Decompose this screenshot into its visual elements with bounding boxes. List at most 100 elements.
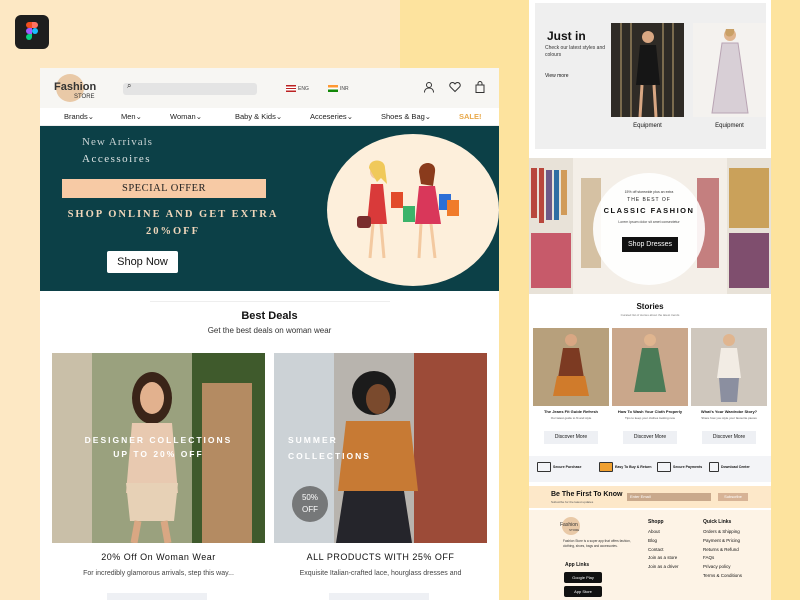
deal-description: Exquisite Italian-crafted lace, hourglas… bbox=[299, 570, 462, 577]
footer-link[interactable]: About bbox=[648, 529, 679, 534]
story-image[interactable] bbox=[612, 328, 688, 406]
nav-item-brands[interactable]: Brands⌄ bbox=[64, 112, 94, 121]
classic-small-text: 15% off storewide plus an extra bbox=[624, 190, 674, 194]
just-in-title: Just in bbox=[547, 29, 586, 43]
feature-item: Download Center bbox=[709, 462, 750, 472]
deal-overlay-line1: SUMMER bbox=[288, 435, 338, 445]
deal-card-designer[interactable]: DESIGNER COLLECTIONS UP TO 20% OFF bbox=[52, 353, 265, 543]
card-icon bbox=[657, 462, 671, 472]
footer-link[interactable]: Privacy policy bbox=[703, 564, 742, 569]
best-deals-title: Best Deals bbox=[241, 310, 298, 322]
heart-icon[interactable] bbox=[449, 81, 461, 93]
nav-item-woman[interactable]: Woman⌄ bbox=[170, 112, 202, 121]
hero-offer-text: SHOP ONLINE AND GET EXTRA 20%OFF bbox=[67, 209, 279, 237]
story-description: Our latest guide to fit and style bbox=[550, 416, 592, 420]
shop-now-button[interactable]: Shop Now bbox=[107, 251, 178, 273]
story-image[interactable] bbox=[533, 328, 609, 406]
app-links-title: App Links bbox=[565, 562, 590, 568]
feature-item: Secure Payments bbox=[657, 462, 702, 472]
stories-title: Stories bbox=[636, 302, 664, 311]
product-label: Equipment bbox=[715, 123, 744, 129]
product-label: Equipment bbox=[633, 123, 662, 129]
hero-accessories: Accessoires bbox=[82, 153, 152, 165]
footer-link[interactable]: Contact bbox=[648, 547, 679, 552]
deal-button[interactable] bbox=[107, 593, 207, 600]
currency-selector[interactable]: INR bbox=[328, 85, 349, 92]
svg-text:STORE: STORE bbox=[569, 528, 579, 532]
footer-quick-links: Quick Links Orders & Shipping Payment & … bbox=[703, 519, 743, 578]
language-selector[interactable]: ENG bbox=[286, 85, 309, 92]
footer-link[interactable]: Payment & Pricing bbox=[703, 538, 742, 543]
classic-description: Lorem ipsum dolor sit amet consectetur bbox=[618, 220, 680, 224]
footer-link[interactable]: Returns & Refund bbox=[703, 547, 742, 552]
search-input[interactable]: ⌕ bbox=[123, 81, 257, 95]
user-icon[interactable] bbox=[423, 81, 435, 93]
discover-more-button[interactable]: Discover More bbox=[702, 431, 756, 444]
deal-caption: ALL PRODUCTS WITH 25% OFF bbox=[306, 552, 455, 562]
nav-item-accessories[interactable]: Acceseries⌄ bbox=[310, 112, 353, 121]
story-title: The Jeans Fit Guide Refresh bbox=[543, 409, 598, 414]
product-image[interactable] bbox=[611, 23, 684, 118]
classic-title: CLASSIC FASHION bbox=[603, 206, 695, 215]
email-input[interactable]: Enter Email bbox=[627, 493, 711, 501]
best-deals-subtitle: Get the best deals on woman wear bbox=[207, 326, 332, 335]
logo[interactable]: Fashion STORE bbox=[52, 74, 96, 104]
newsletter-title: Be The First To Know bbox=[551, 491, 623, 498]
footer-link[interactable]: Orders & Shipping bbox=[703, 529, 742, 534]
search-icon: ⌕ bbox=[127, 81, 132, 90]
stories-subtitle: Curated list of stories about the latest… bbox=[620, 313, 680, 317]
just-in-section: Just in Check our latest styles and colo… bbox=[535, 3, 766, 149]
footer-description: Fashion Store is a super app that offers… bbox=[563, 539, 631, 548]
just-in-description: Check our latest styles and colours bbox=[545, 45, 606, 58]
subscribe-button[interactable]: Subscribe bbox=[718, 493, 748, 501]
footer-link[interactable]: Blog bbox=[648, 538, 679, 543]
story-description: Tips to keep your clothes looking new bbox=[625, 416, 675, 420]
nav-item-baby-kids[interactable]: Baby & Kids⌄ bbox=[235, 112, 282, 121]
deal-description: For incredibly glamorous arrivals, step … bbox=[83, 570, 234, 577]
header: Fashion STORE ⌕ ENG INR bbox=[40, 68, 499, 108]
newsletter: Be The First To Know Subscribe for the l… bbox=[529, 486, 771, 508]
discount-badge: 50% OFF bbox=[292, 486, 328, 522]
features-strip: Secure Purchase Easy To Buy & Return Sec… bbox=[529, 456, 771, 482]
bag-icon[interactable] bbox=[474, 81, 486, 93]
shop-dresses-button[interactable]: Shop Dresses bbox=[622, 237, 678, 252]
main-nav: Brands⌄ Men⌄ Woman⌄ Baby & Kids⌄ Acceser… bbox=[40, 108, 499, 126]
footer-shop-links: Shopp About Blog Contact Join as a store… bbox=[648, 519, 679, 570]
secondary-page: Just in Check our latest styles and colo… bbox=[529, 0, 771, 600]
hero-illustration bbox=[327, 134, 499, 286]
footer-link[interactable]: FAQs bbox=[703, 555, 742, 560]
discover-more-button[interactable]: Discover More bbox=[623, 431, 677, 444]
product-image[interactable] bbox=[693, 23, 766, 117]
story-description: Share how you style your favourite piece… bbox=[701, 416, 757, 420]
footer-link[interactable]: Terms & Conditions bbox=[703, 573, 742, 578]
story-title: How To Wash Your Cloth Properly bbox=[617, 409, 683, 414]
view-more-link[interactable]: View more bbox=[545, 73, 569, 79]
deal-caption: 20% Off On Woman Wear bbox=[101, 552, 216, 562]
deal-card-summer[interactable]: SUMMER COLLECTIONS 50% OFF bbox=[274, 353, 487, 543]
app-store-button[interactable]: App Store bbox=[564, 586, 602, 597]
nav-item-sale[interactable]: SALE! bbox=[459, 112, 482, 121]
deal-overlay-line2: COLLECTIONS bbox=[288, 451, 371, 461]
nav-item-men[interactable]: Men⌄ bbox=[121, 112, 142, 121]
google-play-button[interactable]: Google Play bbox=[564, 572, 602, 583]
story-title: What's Your Wardrobe Story? bbox=[700, 409, 758, 414]
footer-logo[interactable]: Fashion STORE bbox=[559, 516, 583, 536]
deal-overlay-line2: UP TO 20% OFF bbox=[113, 449, 204, 459]
special-offer-badge: SPECIAL OFFER bbox=[62, 179, 266, 198]
footer-link[interactable]: Join as a driver bbox=[648, 564, 679, 569]
footer: Fashion STORE Fashion Store is a super ap… bbox=[529, 510, 771, 600]
classic-fashion-banner: 15% off storewide plus an extra THE BEST… bbox=[529, 158, 771, 294]
footer-link[interactable]: Join as a store bbox=[648, 555, 679, 560]
figma-icon bbox=[15, 15, 49, 49]
main-page: Fashion STORE ⌕ ENG INR Brands⌄ Men⌄ Wom… bbox=[40, 68, 499, 600]
nav-item-shoes-bag[interactable]: Shoes & Bag⌄ bbox=[381, 112, 431, 121]
feature-item: Secure Purchase bbox=[537, 462, 581, 472]
deal-button[interactable] bbox=[329, 593, 429, 600]
newsletter-subtitle: Subscribe for the latest updates bbox=[551, 500, 594, 504]
story-image[interactable] bbox=[691, 328, 767, 406]
discover-more-button[interactable]: Discover More bbox=[544, 431, 598, 444]
hero-banner: New Arrivals Accessoires SPECIAL OFFER S… bbox=[40, 126, 499, 291]
hero-new-arrivals: New Arrivals bbox=[82, 136, 153, 148]
classic-best-of: THE BEST OF bbox=[627, 197, 671, 203]
feature-item: Easy To Buy & Return bbox=[599, 462, 652, 472]
